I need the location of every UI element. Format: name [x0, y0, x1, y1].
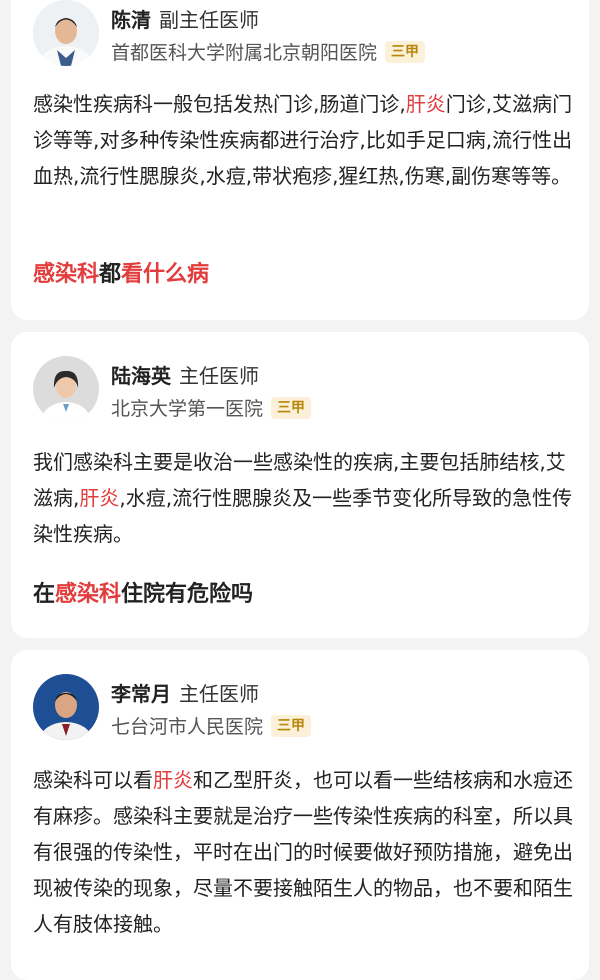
doctor-line: 李常月 主任医师 [111, 678, 259, 707]
answer-text-part: 和乙型肝炎，也可以看一些结核病和水痘还有麻疹。感染科主要就是治疗一些传染性疾病的… [33, 768, 573, 936]
answer-text-part: 感染科可以看 [33, 768, 153, 792]
hospital-grade-badge: 三甲 [385, 40, 426, 63]
hospital-grade-badge: 三甲 [271, 396, 312, 419]
related-question-text: 在 [33, 582, 56, 607]
doctor-line: 陆海英 主任医师 [111, 360, 259, 389]
answer-card-3[interactable]: 李常月 主任医师 七台河市人民医院 三甲 感染科可以看肝炎和乙型肝炎，也可以看一些… [11, 650, 589, 980]
hospital-line: 北京大学第一医院 三甲 [111, 394, 312, 421]
related-question-text: 都 [99, 262, 122, 287]
hospital-name[interactable]: 七台河市人民医院 [111, 712, 263, 739]
hospital-name[interactable]: 首都医科大学附属北京朝阳医院 [111, 38, 377, 65]
hospital-line: 首都医科大学附属北京朝阳医院 三甲 [111, 38, 426, 65]
hospital-grade-badge: 三甲 [271, 714, 312, 737]
doctor-title: 主任医师 [179, 682, 259, 706]
related-question-keyword: 感染科 [55, 582, 122, 607]
answer-text: 感染科可以看肝炎和乙型肝炎，也可以看一些结核病和水痘还有麻疹。感染科主要就是治疗… [33, 762, 573, 942]
related-question-link[interactable]: 在感染科住院有危险吗 [33, 576, 253, 608]
keyword-highlight[interactable]: 肝炎 [406, 92, 446, 116]
keyword-highlight[interactable]: 肝炎 [153, 768, 193, 792]
doctor-title: 副主任医师 [159, 8, 259, 32]
answer-text-part: 感染性疾病科一般包括发热门诊,肠道门诊, [33, 92, 406, 116]
answer-card-1[interactable]: 陈清 副主任医师 首都医科大学附属北京朝阳医院 三甲 感染性疾病科一般包括发热门诊… [11, 0, 589, 320]
related-question-text: 住院有危险吗 [121, 582, 254, 607]
doctor-line: 陈清 副主任医师 [111, 4, 259, 33]
doctor-name[interactable]: 李常月 [111, 682, 171, 706]
related-question-keyword: 感染科 [33, 262, 100, 287]
answer-text: 感染性疾病科一般包括发热门诊,肠道门诊,肝炎门诊,艾滋病门诊等等,对多种传染性疾… [33, 86, 573, 194]
answer-text: 我们感染科主要是收治一些感染性的疾病,主要包括肺结核,艾滋病,肝炎,水痘,流行性… [33, 444, 573, 552]
keyword-highlight[interactable]: 肝炎 [79, 486, 119, 510]
doctor-name[interactable]: 陆海英 [111, 364, 171, 388]
related-question-keyword: 看什么病 [121, 262, 210, 287]
hospital-line: 七台河市人民医院 三甲 [111, 712, 312, 739]
doctor-title: 主任医师 [179, 364, 259, 388]
doctor-avatar-icon[interactable] [33, 674, 99, 740]
doctor-avatar-icon[interactable] [33, 0, 99, 66]
answer-card-2[interactable]: 陆海英 主任医师 北京大学第一医院 三甲 我们感染科主要是收治一些感染性的疾病,主… [11, 332, 589, 638]
related-question-link[interactable]: 感染科都看什么病 [33, 256, 209, 288]
hospital-name[interactable]: 北京大学第一医院 [111, 394, 263, 421]
doctor-avatar-icon[interactable] [33, 356, 99, 422]
doctor-name[interactable]: 陈清 [111, 8, 151, 32]
